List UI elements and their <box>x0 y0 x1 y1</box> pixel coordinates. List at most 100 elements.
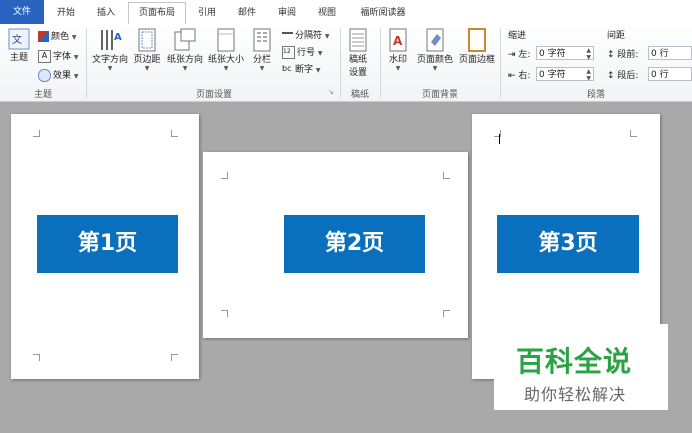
themes-group-label: 主题 <box>33 90 52 100</box>
themes-button[interactable]: 文 主题 <box>4 28 34 63</box>
crop-mark <box>221 310 228 317</box>
fonts-icon: A <box>38 50 51 63</box>
page-color-button[interactable]: 页面颜色 ▼ <box>414 28 456 72</box>
crop-mark <box>443 172 450 179</box>
indent-right-label: ⇤ 右: <box>508 71 531 81</box>
crop-mark <box>33 130 40 137</box>
page-setup-group-label: 页面设置 <box>195 90 232 100</box>
page-2[interactable]: 第2页 <box>203 152 468 338</box>
crop-mark <box>33 354 40 361</box>
text-direction-label: 文字方向 <box>91 55 128 65</box>
chevron-down-icon: ▼ <box>73 54 79 61</box>
paragraph-group-label: 段落 <box>586 90 605 100</box>
indent-heading: 缩进 <box>508 31 527 41</box>
tab-references[interactable]: 引用 <box>190 3 224 23</box>
paper-size-button[interactable]: 纸张大小 ▼ <box>206 28 246 72</box>
indent-right-input[interactable]: 0 字符 ▲ ▼ <box>536 67 594 82</box>
chevron-down-icon: ▼ <box>395 65 401 72</box>
manuscript-settings-button[interactable]: 稿纸 设置 <box>344 28 372 78</box>
spacing-after-icon: ↕ <box>607 71 615 81</box>
tab-mailings[interactable]: 邮件 <box>230 3 264 23</box>
crop-mark <box>171 354 178 361</box>
chevron-down-icon: ▼ <box>73 73 79 80</box>
page-color-icon <box>426 28 444 52</box>
chevron-down-icon: ▼ <box>432 65 438 72</box>
svg-text:A: A <box>393 34 403 48</box>
tab-page-layout[interactable]: 页面布局 <box>128 2 186 26</box>
crop-mark <box>171 130 178 137</box>
page-borders-label: 页面边框 <box>458 55 495 65</box>
tab-review[interactable]: 审阅 <box>270 3 304 23</box>
columns-button[interactable]: 分栏 ▼ <box>248 28 276 72</box>
site-watermark: 百科全说 助你轻松解决 <box>494 324 668 410</box>
colors-icon <box>38 31 49 42</box>
svg-text:A: A <box>114 32 122 43</box>
chevron-down-icon: ▼ <box>144 65 150 72</box>
ribbon-page-layout: 文 主题 颜色 ▼ A字体 ▼ 效果 ▼ 主题 A 文字方向 ▼ 页边距 ▼ <box>0 24 692 102</box>
chevron-down-icon: ▼ <box>182 65 188 72</box>
tab-view[interactable]: 视图 <box>310 3 344 23</box>
svg-text:文: 文 <box>12 33 22 46</box>
theme-colors-button[interactable]: 颜色 ▼ <box>38 29 77 42</box>
text-direction-icon: A <box>101 30 122 50</box>
chevron-down-icon: ▼ <box>71 34 77 41</box>
themes-label: 主题 <box>9 53 28 63</box>
group-separator <box>86 28 87 98</box>
columns-label: 分栏 <box>252 55 271 65</box>
page-banner: 第3页 <box>497 215 639 273</box>
page-banner: 第2页 <box>284 215 425 273</box>
page-borders-button[interactable]: 页面边框 <box>456 28 498 65</box>
chevron-down-icon: ▼ <box>317 50 323 57</box>
crop-mark <box>443 310 450 317</box>
tab-file[interactable]: 文件 <box>0 0 44 24</box>
effects-icon <box>38 69 51 82</box>
page-1[interactable]: 第1页 <box>11 114 199 379</box>
spacing-before-input[interactable]: 0 行 <box>648 46 692 60</box>
spacing-before-icon: ↕ <box>607 50 615 60</box>
page-background-group-label: 页面背景 <box>421 90 458 100</box>
crop-mark <box>630 130 637 137</box>
tab-home[interactable]: 开始 <box>48 3 84 23</box>
page-color-label: 页面颜色 <box>416 55 453 65</box>
theme-effects-button[interactable]: 效果 ▼ <box>38 68 79 82</box>
crop-mark <box>221 172 228 179</box>
spin-arrows-icon[interactable]: ▲ ▼ <box>586 47 591 61</box>
indent-left-label: ⇥ 左: <box>508 50 531 60</box>
line-numbers-button[interactable]: 12 行号 ▼ <box>282 45 323 59</box>
line-numbers-icon: 12 <box>282 46 295 59</box>
chevron-down-icon: ▼ <box>315 67 321 74</box>
watermark-button[interactable]: A 水印 ▼ <box>384 28 412 72</box>
indent-left-input[interactable]: 0 字符 ▲ ▼ <box>536 46 594 61</box>
chevron-down-icon: ▼ <box>324 33 330 40</box>
orientation-button[interactable]: 纸张方向 ▼ <box>164 28 206 72</box>
page-borders-icon <box>468 28 486 52</box>
effects-label: 效果 <box>53 71 72 81</box>
breaks-icon <box>282 31 293 40</box>
page-banner: 第1页 <box>37 215 178 273</box>
colors-label: 颜色 <box>51 32 70 42</box>
watermark-title: 百科全说 <box>516 345 633 378</box>
margins-icon <box>138 28 156 52</box>
tab-foxit-reader[interactable]: 福昕阅读器 <box>350 3 416 23</box>
columns-icon <box>253 28 271 52</box>
text-cursor <box>499 134 500 144</box>
margins-button[interactable]: 页边距 ▼ <box>131 28 163 72</box>
orientation-label: 纸张方向 <box>166 55 203 65</box>
chevron-down-icon: ▼ <box>223 65 229 72</box>
orientation-icon <box>174 28 196 51</box>
tab-insert[interactable]: 插入 <box>88 3 124 23</box>
watermark-label: 水印 <box>388 55 407 65</box>
spin-arrows-icon[interactable]: ▲ ▼ <box>586 68 591 82</box>
line-numbers-label: 行号 <box>297 48 316 58</box>
dialog-launcher-icon[interactable]: ↘ <box>328 88 334 96</box>
spacing-after-input[interactable]: 0 行 <box>648 67 692 81</box>
paper-size-label: 纸张大小 <box>207 55 244 65</box>
hyphenation-button[interactable]: bc 断字 ▼ <box>282 62 321 75</box>
spacing-after-label: ↕ 段后: <box>607 71 639 81</box>
indent-right-icon: ⇤ <box>508 71 516 81</box>
theme-fonts-button[interactable]: A 字体 ▼ <box>38 49 79 63</box>
text-direction-button[interactable]: A 文字方向 ▼ <box>90 28 130 72</box>
watermark-icon: A <box>389 28 407 52</box>
spacing-heading: 间距 <box>607 31 626 41</box>
breaks-button[interactable]: 分隔符 ▼ <box>282 28 330 41</box>
